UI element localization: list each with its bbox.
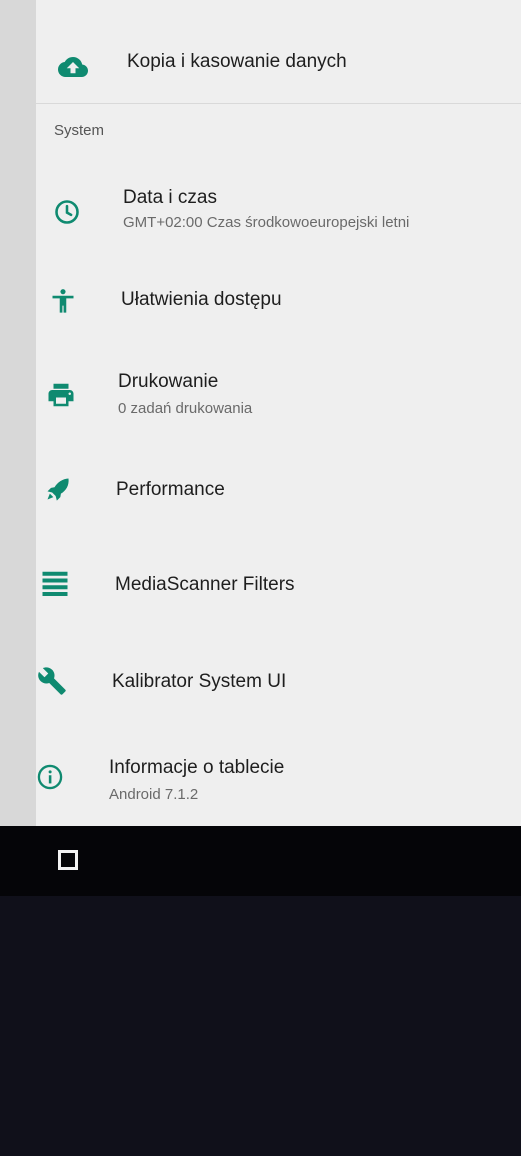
setting-title: Ułatwienia dostępu [121, 289, 282, 310]
setting-title: Performance [116, 479, 225, 500]
setting-title: Data i czas [123, 187, 217, 208]
setting-summary: Android 7.1.2 [109, 786, 199, 803]
setting-item-mediascanner-filters[interactable]: MediaScanner Filters [0, 536, 521, 632]
setting-item-about-tablet[interactable]: Informacje o tablecie Android 7.1.2 [0, 732, 521, 826]
setting-title: Kopia i kasowanie danych [127, 51, 347, 72]
section-header-system: System [54, 122, 105, 139]
printer-icon [46, 380, 76, 410]
list-icon [40, 568, 70, 598]
divider [36, 103, 521, 104]
accessibility-icon [48, 286, 78, 316]
square-icon [58, 850, 78, 870]
setting-item-printing[interactable]: Drukowanie 0 zadań drukowania [0, 344, 521, 440]
setting-summary: GMT+02:00 Czas środkowoeuropejski letni [123, 214, 410, 231]
navigation-bar [0, 826, 521, 896]
settings-list: Kopia i kasowanie danych System Data i c… [0, 0, 521, 826]
wrench-icon [37, 666, 67, 696]
setting-item-accessibility[interactable]: Ułatwienia dostępu [0, 258, 521, 344]
rocket-icon [43, 474, 73, 504]
cloud-upload-icon [58, 52, 88, 82]
setting-summary: 0 zadań drukowania [118, 400, 253, 417]
setting-title: Kalibrator System UI [112, 671, 287, 692]
device-screen: Kopia i kasowanie danych System Data i c… [0, 0, 521, 1156]
setting-item-backup-reset[interactable]: Kopia i kasowanie danych [0, 0, 521, 103]
clock-icon [52, 197, 82, 227]
setting-title: Drukowanie [118, 371, 219, 392]
setting-item-system-ui-tuner[interactable]: Kalibrator System UI [0, 632, 521, 732]
setting-item-performance[interactable]: Performance [0, 440, 521, 536]
setting-title: Informacje o tablecie [109, 757, 285, 778]
recents-button[interactable] [57, 849, 79, 871]
info-icon [35, 762, 65, 792]
screen-bezel [0, 896, 521, 1156]
setting-title: MediaScanner Filters [115, 574, 295, 595]
setting-item-date-time[interactable]: Data i czas GMT+02:00 Czas środkowoeurop… [0, 170, 521, 258]
